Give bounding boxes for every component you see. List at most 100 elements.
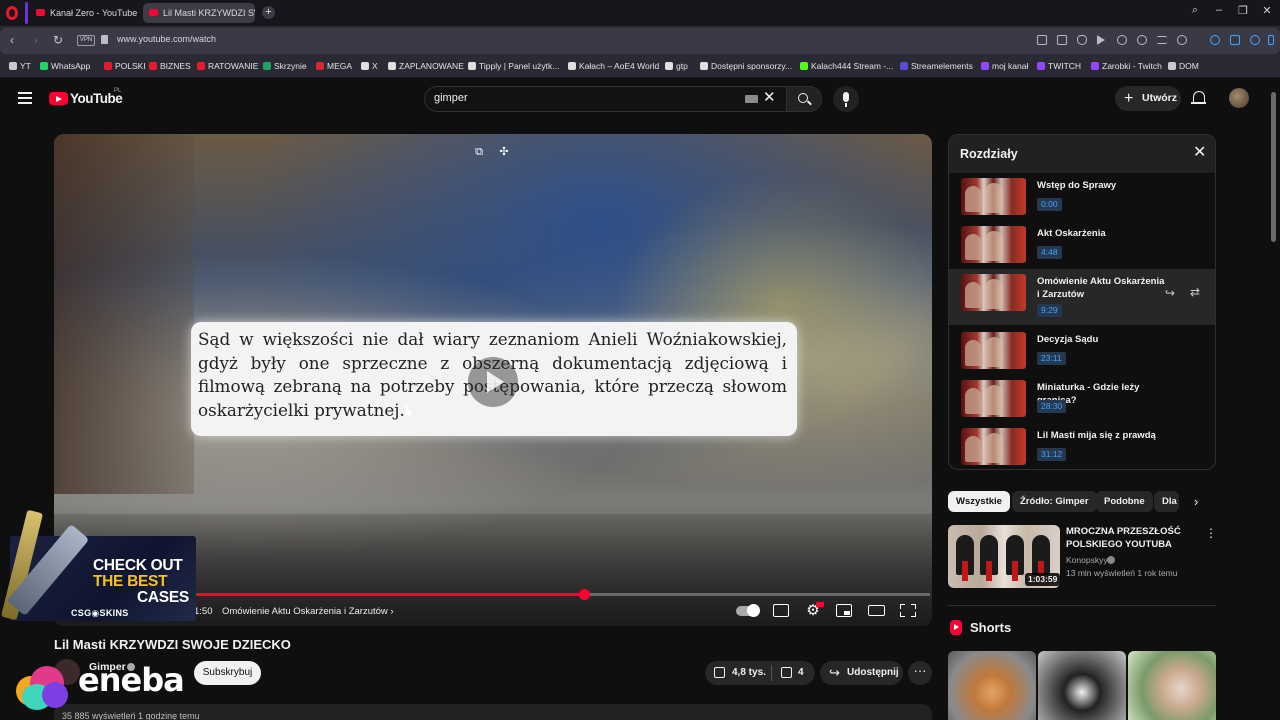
short-thumbnail-cat-2[interactable] [1038,651,1126,720]
minimize-icon[interactable]: – [1210,4,1228,16]
play-overlay-icon[interactable] [468,357,518,407]
maximize-icon[interactable]: ❐ [1234,4,1252,17]
bookmark-item[interactable]: MEGA [316,61,352,71]
bookmark-item[interactable]: Skrzynie [263,61,307,71]
browser-tab-lil-masti[interactable]: Lil Masti KRZYWDZI SWO [143,3,255,23]
miniplayer-button-icon[interactable] [836,604,852,617]
bookmark-item[interactable]: TWITCH [1037,61,1081,71]
edit-icon[interactable] [1037,35,1047,45]
heart-icon[interactable] [1117,35,1127,45]
youtube-logo-icon[interactable] [49,92,68,105]
miniplayer-icon[interactable]: ⧉ [473,146,485,158]
thumbs-up-icon[interactable] [714,667,725,678]
reload-icon[interactable]: ↻ [50,32,66,48]
fullscreen-icon[interactable] [900,604,916,617]
close-chapters-icon[interactable]: ✕ [1193,143,1206,163]
create-button[interactable]: + Utwórz [1115,86,1181,111]
bookmark-item[interactable]: Kałach – AoE4 World [568,61,659,71]
more-actions-button[interactable]: ··· [908,661,932,685]
chapter-timestamp[interactable]: 9:29 [1037,304,1062,317]
shield-icon[interactable] [1077,35,1087,45]
chapter-timestamp[interactable]: 28:30 [1037,400,1067,413]
lock-icon[interactable] [101,35,108,44]
download-icon[interactable] [1137,35,1147,45]
chapter-share-icon[interactable]: ↪ [1165,286,1175,300]
chapter-item[interactable]: Lil Masti mija się z prawdą 31:12 [949,423,1215,469]
extension-icon[interactable] [1210,35,1220,45]
bookmark-item[interactable]: ZAPLANOWANE [388,61,464,71]
bookmark-item[interactable]: Dostępni sponsorzy... [700,61,792,71]
voice-search-button[interactable] [833,86,859,112]
chips-next-icon[interactable]: › [1194,494,1198,509]
account-avatar[interactable] [1229,88,1249,108]
current-chapter[interactable]: Omówienie Aktu Oskarżenia i Zarzutów › [222,606,394,617]
bookmark-item[interactable]: YT [9,61,31,71]
profile-icon[interactable] [1177,35,1187,45]
share-button[interactable]: ↪ Udostępnij [820,661,903,685]
camera-icon[interactable] [1057,35,1067,45]
chapter-item[interactable]: Miniaturka - Gdzie leży granica?28:30 [949,375,1215,425]
bookmark-item[interactable]: Streamelements [900,61,973,71]
progress-scrubber[interactable] [579,589,590,600]
bookmark-item[interactable]: BIZNES [149,61,191,71]
chip-all[interactable]: Wszystkie [948,491,1010,512]
bookmark-item[interactable]: RATOWANIE [197,61,258,71]
menu-icon[interactable] [1157,36,1167,44]
thumbs-down-icon[interactable] [781,667,792,678]
bookmark-item[interactable]: Zarobki - Twitch [1091,61,1162,71]
chapter-loop-icon[interactable]: ⇄ [1190,285,1200,299]
autoplay-toggle[interactable] [736,604,760,617]
recommended-channel[interactable]: Konopskyy [1066,555,1108,565]
bookmark-item[interactable]: DOM [1168,61,1199,71]
back-icon[interactable]: ‹ [4,32,20,48]
chip-related[interactable]: Podobne [1096,491,1153,512]
chapter-item[interactable]: Decyzja Sądu 23:11 [949,327,1215,377]
short-thumbnail-person[interactable] [1128,651,1216,720]
dislike-count[interactable]: 4 [798,667,804,678]
close-window-icon[interactable]: ✕ [1258,4,1276,17]
search-input[interactable] [424,86,786,112]
keyboard-icon[interactable] [745,95,758,103]
url-text[interactable]: www.youtube.com/watch [117,34,216,44]
short-thumbnail-cat[interactable] [948,651,1036,720]
notifications-bell-icon[interactable] [1191,91,1206,104]
subscribe-button[interactable]: Subskrybuj [194,661,261,685]
scrollbar-thumb[interactable] [1271,92,1276,242]
clear-search-icon[interactable]: ✕ [763,90,776,106]
sidebar-icon[interactable] [1268,35,1274,45]
chapter-item[interactable]: Akt Oskarżenia 4:48 [949,221,1215,271]
chip-from-gimper[interactable]: Źródło: Gimper [1012,491,1097,512]
guide-menu-icon[interactable] [18,92,32,107]
bookmark-item[interactable]: POLSKI [104,61,146,71]
chapter-timestamp[interactable]: 31:12 [1037,448,1067,461]
bookmark-item[interactable]: Tipply | Panel użytk... [468,61,559,71]
recommended-title[interactable]: MROCZNA PRZESZŁOŚĆ POLSKIEGO YOUTUBA [1066,525,1196,551]
speed-dial-icon[interactable] [1250,35,1260,45]
chapter-timestamp[interactable]: 23:11 [1037,352,1066,365]
opera-logo-icon[interactable] [6,6,18,20]
browser-tab-kanal-zero[interactable]: Kanał Zero - YouTube [30,3,138,23]
bookmark-item[interactable]: X [361,61,378,71]
bookmark-item[interactable]: moj kanał [981,61,1028,71]
bookmark-item[interactable]: gtp [665,61,688,71]
tab-search-icon[interactable]: ⌕ [1186,4,1204,17]
translate-icon[interactable] [1230,35,1240,45]
recommended-more-icon[interactable]: ⋮ [1205,526,1217,540]
ambient-icon[interactable]: ✣ [498,146,510,158]
subtitles-icon[interactable] [773,604,789,617]
theater-mode-icon[interactable] [868,605,885,616]
new-tab-button[interactable]: + [262,6,275,19]
chip-for-you[interactable]: Dla [1154,491,1179,512]
forward-icon[interactable]: › [28,32,44,48]
chapter-item[interactable]: Omówienie Aktu Oskarżenia i Zarzutów 9:29… [949,269,1215,325]
bookmark-item[interactable]: WhatsApp [40,61,90,71]
chapter-timestamp[interactable]: 0:00 [1037,198,1062,211]
bookmark-item[interactable]: Kalach444 Stream -... [800,61,893,71]
vpn-badge[interactable]: VPN [77,35,95,46]
play-icon[interactable] [1097,35,1105,45]
search-button[interactable] [786,86,822,112]
chapter-timestamp[interactable]: 4:48 [1037,246,1062,259]
like-count[interactable]: 4,8 tys. [732,667,766,678]
search-query[interactable]: gimper [434,92,468,104]
chapter-item[interactable]: Wstęp do Sprawy 0:00 [949,173,1215,223]
